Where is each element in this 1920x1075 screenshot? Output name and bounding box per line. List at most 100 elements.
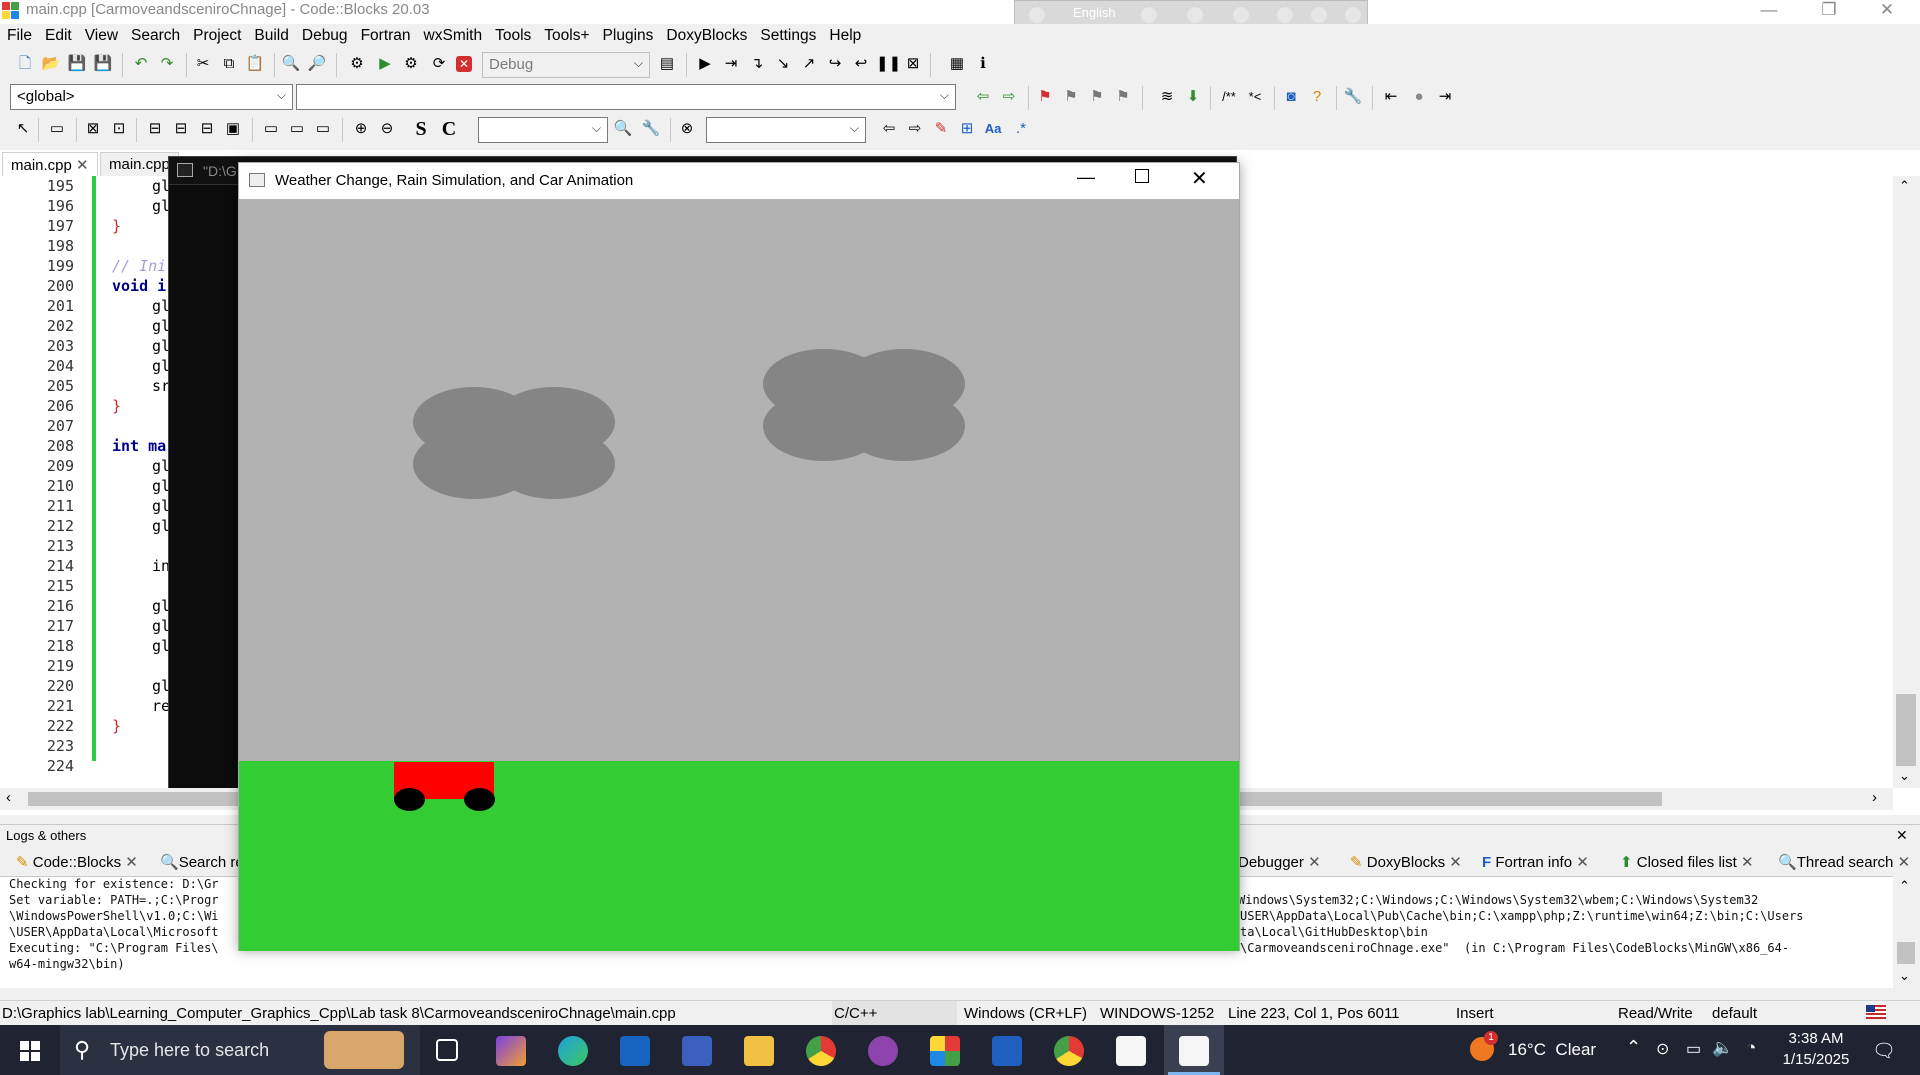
line-comment-icon[interactable]: *<: [1244, 86, 1266, 108]
zoom-in-icon[interactable]: ⊕: [350, 118, 372, 140]
s-button[interactable]: S: [410, 118, 432, 140]
code-line[interactable]: }: [112, 217, 121, 235]
scroll-right-icon[interactable]: ›: [1872, 789, 1877, 806]
incremental-search-input[interactable]: ⌵: [706, 117, 866, 143]
weather-text[interactable]: 16°C Clear: [1508, 1040, 1596, 1060]
step-out-icon[interactable]: ↗: [798, 53, 820, 75]
pointer-icon[interactable]: ↖: [12, 118, 34, 140]
volume-icon[interactable]: 🔈: [1712, 1038, 1733, 1058]
taskbar-search-box[interactable]: ⚲ Type here to search: [60, 1025, 420, 1075]
code-line[interactable]: // Ini: [112, 257, 166, 275]
edge-icon[interactable]: [558, 1036, 588, 1066]
opengl-minimize-button[interactable]: —: [1077, 167, 1095, 188]
cut-icon[interactable]: ✂: [192, 53, 214, 75]
prev-change-icon[interactable]: ⇤: [1380, 86, 1402, 108]
step-instruction-icon[interactable]: ↩: [850, 53, 872, 75]
expand-icon[interactable]: ▣: [222, 118, 244, 140]
jump-back-icon[interactable]: ⇦: [972, 86, 994, 108]
clear-search-icon[interactable]: ⊗: [676, 118, 698, 140]
c-button[interactable]: C: [438, 118, 460, 140]
border-all-icon[interactable]: ▭: [312, 118, 334, 140]
codeblocks-taskbar-icon[interactable]: [930, 1036, 960, 1066]
change-marker-icon[interactable]: ●: [1408, 86, 1430, 108]
menu-wxsmith[interactable]: wxSmith: [417, 24, 489, 45]
clear-bookmarks-icon[interactable]: ⚑: [1112, 86, 1134, 108]
selected-text-icon[interactable]: ⊞: [956, 118, 978, 140]
file-explorer-icon[interactable]: [744, 1036, 774, 1066]
opengl-app-task[interactable]: [1164, 1025, 1224, 1075]
network-status-icon[interactable]: ⊙: [1656, 1039, 1669, 1059]
stop-debug-icon[interactable]: ⊠: [902, 53, 924, 75]
abort-icon[interactable]: ✕: [456, 56, 472, 72]
save-icon[interactable]: 💾: [66, 53, 88, 75]
github-desktop-icon[interactable]: [868, 1036, 898, 1066]
redo-icon[interactable]: ↷: [156, 53, 178, 75]
code-line[interactable]: void i: [112, 277, 166, 295]
clock-time[interactable]: 3:38 AM: [1776, 1030, 1856, 1047]
regex-icon[interactable]: .*: [1010, 118, 1032, 140]
menu-edit[interactable]: Edit: [38, 24, 78, 45]
chrome-icon[interactable]: [806, 1036, 836, 1066]
menu-view[interactable]: View: [78, 24, 124, 45]
log-tab-doxyblocks[interactable]: ✎ DoxyBlocks ✕: [1344, 850, 1468, 876]
match-case-button[interactable]: Aa: [982, 118, 1004, 140]
clock-date[interactable]: 1/15/2025: [1776, 1051, 1856, 1068]
windows-start-icon[interactable]: [20, 1041, 40, 1061]
store-icon[interactable]: [682, 1036, 712, 1066]
log-tab-search-results[interactable]: 🔍Search re: [154, 850, 250, 876]
log-tab-debugger[interactable]: Debugger ✕: [1232, 850, 1327, 876]
pause-icon[interactable]: ❚❚: [876, 53, 901, 75]
grid-sizer-icon[interactable]: ⊡: [108, 118, 130, 140]
pen-icon[interactable]: [1187, 7, 1203, 23]
border-left-icon[interactable]: ▭: [260, 118, 282, 140]
wifi-icon[interactable]: ◔: [1746, 1038, 1756, 1058]
next-line-icon[interactable]: ↴: [746, 53, 768, 75]
menu-fortran[interactable]: Fortran: [354, 24, 417, 45]
zoom-out-icon[interactable]: ⊖: [376, 118, 398, 140]
log-tab-codeblocks[interactable]: ✎ Code::Blocks ✕: [10, 850, 144, 876]
notifications-icon[interactable]: 🗨: [1872, 1039, 1896, 1063]
code-format-icon[interactable]: ≋: [1156, 86, 1178, 108]
scroll-up-icon[interactable]: ⌃: [1899, 178, 1910, 194]
info-icon[interactable]: ℹ: [972, 53, 994, 75]
menu-project[interactable]: Project: [186, 24, 247, 45]
search-symbol-icon[interactable]: 🔍: [612, 118, 634, 140]
search-prev-icon[interactable]: ⇦: [878, 118, 900, 140]
build-gear-icon[interactable]: ⚙: [346, 53, 368, 75]
symbol-search-select[interactable]: ⌵: [478, 117, 608, 143]
log-scroll-thumb[interactable]: [1897, 942, 1915, 964]
menu-help[interactable]: Help: [822, 24, 867, 45]
editor-tab-main-cpp[interactable]: main.cpp ✕: [2, 152, 98, 176]
next-change-icon[interactable]: ⇥: [1434, 86, 1456, 108]
help-icon[interactable]: [1311, 7, 1327, 23]
debug-windows-icon[interactable]: ▦: [946, 53, 968, 75]
scroll-thumb[interactable]: [1896, 694, 1916, 766]
build-target-select[interactable]: Debug ⌵: [482, 52, 650, 78]
menu-file[interactable]: File: [0, 24, 38, 45]
minimize-button[interactable]: —: [1740, 0, 1798, 24]
show-hidden-icons-icon[interactable]: ⌃: [1626, 1037, 1641, 1058]
settings-wrench-icon[interactable]: 🔧: [640, 118, 662, 140]
restore-button[interactable]: ❐: [1800, 0, 1858, 24]
copy-icon[interactable]: ⧉: [218, 53, 240, 75]
opengl-canvas[interactable]: [239, 199, 1239, 951]
build-run-icon[interactable]: ⚙: [400, 53, 422, 75]
align-bottom-icon[interactable]: ⊟: [196, 118, 218, 140]
show-select-target-icon[interactable]: ▤: [656, 53, 678, 75]
log-scroll-down-icon[interactable]: ⌄: [1899, 968, 1910, 984]
menu-plugins[interactable]: Plugins: [596, 24, 660, 45]
search-next-icon[interactable]: ⇨: [904, 118, 926, 140]
gear-icon[interactable]: [1233, 7, 1249, 23]
info-icon[interactable]: [1345, 7, 1361, 23]
save-all-icon[interactable]: 💾: [92, 53, 114, 75]
wrench-icon[interactable]: 🔧: [1342, 86, 1364, 108]
highlight-icon[interactable]: ✎: [930, 118, 952, 140]
box-sizer-icon[interactable]: ⊠: [82, 118, 104, 140]
function-select[interactable]: ⌵: [296, 84, 956, 110]
doxywizard-icon[interactable]: ◙: [1280, 86, 1302, 108]
battery-icon[interactable]: ▭: [1686, 1039, 1701, 1059]
scope-select[interactable]: <global> ⌵: [10, 84, 293, 110]
next-instruction-icon[interactable]: ↪: [824, 53, 846, 75]
run-icon[interactable]: ▶: [374, 53, 396, 75]
menu-settings[interactable]: Settings: [753, 24, 822, 45]
